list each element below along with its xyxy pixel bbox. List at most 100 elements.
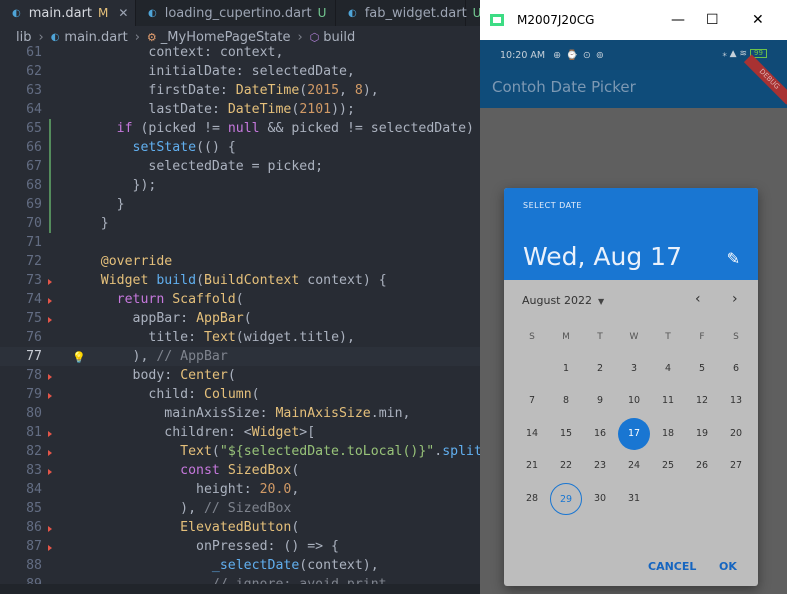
code-line[interactable]: 83 const SizedBox( xyxy=(0,461,480,480)
calendar-day[interactable]: 26 xyxy=(686,450,718,482)
tab-fab-widget-dart[interactable]: ◐ fab_widget.dart U xyxy=(336,0,481,26)
breadcrumb-file[interactable]: main.dart xyxy=(64,30,127,45)
breadcrumb-separator: › xyxy=(38,29,44,45)
fold-arrow-icon[interactable] xyxy=(48,469,52,475)
code-line[interactable]: 86 ElevatedButton( xyxy=(0,518,480,537)
calendar-day[interactable]: 2 xyxy=(584,353,616,385)
lightbulb-icon[interactable]: 💡 xyxy=(72,348,86,367)
calendar-day[interactable]: 13 xyxy=(720,385,752,417)
calendar-day[interactable]: 3 xyxy=(618,353,650,385)
calendar-day[interactable]: 27 xyxy=(720,450,752,482)
calendar-day[interactable]: 1 xyxy=(550,353,582,385)
code-line[interactable]: 84 height: 20.0, xyxy=(0,480,480,499)
code-line[interactable]: 73 Widget build(BuildContext context) { xyxy=(0,271,480,290)
code-line[interactable]: 81 children: <Widget>[ xyxy=(0,423,480,442)
calendar-day[interactable]: 7 xyxy=(516,385,548,417)
code-line[interactable]: 71 xyxy=(0,233,480,252)
weekday-label: S xyxy=(733,332,739,342)
git-change-marker xyxy=(49,214,51,233)
calendar-day[interactable]: 17 xyxy=(618,417,650,450)
code-line[interactable]: 78 body: Center( xyxy=(0,366,480,385)
code-line[interactable]: 85 ), // SizedBox xyxy=(0,499,480,518)
code-line[interactable]: 77 ), // AppBar 💡 xyxy=(0,347,480,366)
calendar-day[interactable]: 6 xyxy=(720,353,752,385)
calendar-day[interactable]: 23 xyxy=(584,450,616,482)
code-editor[interactable]: 61 context: context, 62 initialDate: sele… xyxy=(0,44,480,584)
calendar-day[interactable]: 19 xyxy=(686,418,718,450)
minimize-button[interactable]: — xyxy=(671,12,685,28)
calendar-day[interactable]: 31 xyxy=(618,483,650,515)
breadcrumb-folder[interactable]: lib xyxy=(16,30,31,45)
calendar-day[interactable]: 15 xyxy=(550,418,582,450)
edit-icon[interactable]: ✎ xyxy=(727,249,740,268)
fold-arrow-icon[interactable] xyxy=(48,431,52,437)
calendar-day[interactable]: 9 xyxy=(584,385,616,417)
calendar-day[interactable]: 20 xyxy=(720,418,752,450)
close-button[interactable]: ✕ xyxy=(752,12,764,28)
calendar-day[interactable]: 29 xyxy=(550,482,582,515)
previous-month-button[interactable]: ‹ xyxy=(695,291,701,307)
next-month-button[interactable]: › xyxy=(732,291,738,307)
code-text: if (picked != null && picked != selected… xyxy=(116,121,474,136)
code-line[interactable]: 68 }); xyxy=(0,176,480,195)
code-line[interactable]: 69 } xyxy=(0,195,480,214)
calendar-day[interactable]: 12 xyxy=(686,385,718,417)
code-line[interactable]: 89 // ignore: avoid_print xyxy=(0,575,480,584)
fold-arrow-icon[interactable] xyxy=(48,545,52,551)
code-line[interactable]: 63 firstDate: DateTime(2015, 8), xyxy=(0,81,480,100)
fold-arrow-icon[interactable] xyxy=(48,526,52,532)
calendar-day[interactable]: 10 xyxy=(618,385,650,417)
calendar-day[interactable]: 25 xyxy=(652,450,684,482)
code-line[interactable]: 76 title: Text(widget.title), xyxy=(0,328,480,347)
month-year-selector[interactable]: August 2022 ▼ xyxy=(522,294,604,307)
code-line[interactable]: 62 initialDate: selectedDate, xyxy=(0,62,480,81)
code-line[interactable]: 66 setState(() { xyxy=(0,138,480,157)
code-line[interactable]: 74 return Scaffold( xyxy=(0,290,480,309)
code-line[interactable]: 65 if (picked != null && picked != selec… xyxy=(0,119,480,138)
calendar-day[interactable]: 16 xyxy=(584,418,616,450)
line-number: 71 xyxy=(26,235,42,250)
class-icon: ⚙ xyxy=(146,30,157,44)
code-line[interactable]: 79 child: Column( xyxy=(0,385,480,404)
fold-arrow-icon[interactable] xyxy=(48,298,52,304)
code-line[interactable]: 87 onPressed: () => { xyxy=(0,537,480,556)
code-line[interactable]: 64 lastDate: DateTime(2101)); xyxy=(0,100,480,119)
calendar-day[interactable]: 21 xyxy=(516,450,548,482)
close-tab-icon[interactable]: ✕ xyxy=(118,6,128,20)
calendar-day[interactable]: 11 xyxy=(652,385,684,417)
calendar-day[interactable]: 14 xyxy=(516,418,548,450)
code-text: height: 20.0, xyxy=(196,482,300,497)
fold-arrow-icon[interactable] xyxy=(48,317,52,323)
code-text: }); xyxy=(69,178,157,193)
calendar-day[interactable]: 28 xyxy=(516,483,548,515)
ok-button[interactable]: OK xyxy=(719,560,737,573)
tab-loading-cupertino-dart[interactable]: ◐ loading_cupertino.dart U xyxy=(136,0,336,26)
code-line[interactable]: 88 _selectDate(context), xyxy=(0,556,480,575)
cancel-button[interactable]: CANCEL xyxy=(648,560,696,573)
calendar-day[interactable]: 4 xyxy=(652,353,684,385)
code-line[interactable]: 80 mainAxisSize: MainAxisSize.min, xyxy=(0,404,480,423)
fold-arrow-icon[interactable] xyxy=(48,374,52,380)
breadcrumb-method[interactable]: build xyxy=(323,30,355,45)
fold-arrow-icon[interactable] xyxy=(48,393,52,399)
code-line[interactable]: 75 appBar: AppBar( xyxy=(0,309,480,328)
maximize-button[interactable]: ☐ xyxy=(706,12,719,28)
calendar-day[interactable]: 18 xyxy=(652,418,684,450)
status-icons: ⊕ ⌚ ⊙ ⊚ xyxy=(553,49,605,61)
code-line[interactable]: 67 selectedDate = picked; xyxy=(0,157,480,176)
horizontal-scrollbar[interactable] xyxy=(0,584,480,594)
calendar-day[interactable]: 30 xyxy=(584,483,616,515)
calendar-day[interactable]: 5 xyxy=(686,353,718,385)
tab-main-dart[interactable]: ◐ main.dart M ✕ xyxy=(0,0,136,26)
calendar-day[interactable]: 22 xyxy=(550,450,582,482)
fold-arrow-icon[interactable] xyxy=(48,450,52,456)
breadcrumb-class[interactable]: _MyHomePageState xyxy=(161,30,291,45)
code-line[interactable]: 61 context: context, xyxy=(0,44,480,62)
calendar-day[interactable]: 24 xyxy=(618,450,650,482)
code-line[interactable]: 82 Text("${selectedDate.toLocal()}".spli… xyxy=(0,442,480,461)
calendar-day[interactable]: 8 xyxy=(550,385,582,417)
fold-arrow-icon[interactable] xyxy=(48,279,52,285)
android-icon xyxy=(490,14,504,26)
code-line[interactable]: 72 @override xyxy=(0,252,480,271)
code-line[interactable]: 70 } xyxy=(0,214,480,233)
